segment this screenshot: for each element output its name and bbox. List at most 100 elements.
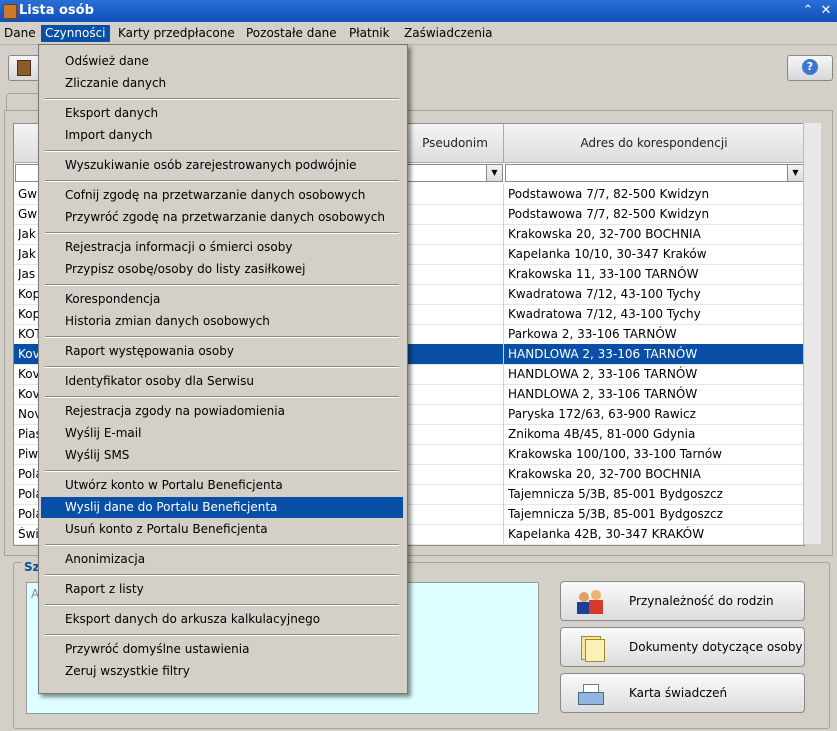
- column-divider: [503, 224, 504, 244]
- menu-item[interactable]: Przypisz osobę/osoby do listy zasiłkowej: [41, 259, 403, 280]
- menu-dane[interactable]: Dane: [0, 25, 40, 42]
- benefits-card-button[interactable]: Karta świadczeń: [560, 673, 805, 713]
- column-divider: [503, 284, 504, 304]
- menu-separator: [45, 604, 399, 606]
- column-divider: [503, 324, 504, 344]
- documents-label: Dokumenty dotyczące osoby: [629, 640, 803, 654]
- czynnosci-dropdown-menu: Odśwież dane Zliczanie danych Eksport dany…: [38, 44, 408, 694]
- cell-address: Znikoma 4B/45, 81-000 Gdynia: [508, 427, 696, 441]
- help-button[interactable]: ?: [787, 55, 833, 81]
- column-divider: [503, 504, 504, 524]
- menu-item[interactable]: Rejestracja informacji o śmierci osoby: [41, 237, 403, 258]
- menu-item[interactable]: Historia zmian danych osobowych: [41, 311, 403, 332]
- menu-item[interactable]: Eksport danych do arkusza kalkulacyjnego: [41, 609, 403, 630]
- printer-icon: [577, 680, 605, 706]
- cell-address: Krakowska 20, 32-700 BOCHNIA: [508, 227, 701, 241]
- menu-separator: [45, 634, 399, 636]
- menu-pozostale-dane[interactable]: Pozostałe dane: [242, 25, 341, 42]
- cell-address: Krakowska 20, 32-700 BOCHNIA: [508, 467, 701, 481]
- cell-address: Kwadratowa 7/12, 43-100 Tychy: [508, 287, 701, 301]
- column-divider: [503, 484, 504, 504]
- menu-item[interactable]: Import danych: [41, 125, 403, 146]
- close-icon[interactable]: ✕: [818, 2, 834, 19]
- cell-address: Podstawowa 7/7, 82-500 Kwidzyn: [508, 187, 710, 201]
- documents-button[interactable]: Dokumenty dotyczące osoby: [560, 627, 805, 667]
- menu-item[interactable]: Wyslij dane do Portalu Beneficjenta: [41, 497, 403, 518]
- cell-address: Tajemnicza 5/3B, 85-001 Bydgoszcz: [508, 487, 723, 501]
- menu-separator: [45, 232, 399, 234]
- cell-address: Tajemnicza 5/3B, 85-001 Bydgoszcz: [508, 507, 723, 521]
- column-divider: [503, 184, 504, 204]
- column-divider: [503, 464, 504, 484]
- cell-address: Krakowska 100/100, 33-100 Tarnów: [508, 447, 722, 461]
- menu-czynnosci[interactable]: Czynności: [41, 25, 110, 42]
- filter-adres[interactable]: ▼: [505, 164, 804, 182]
- window-title: Lista osób: [19, 3, 94, 18]
- menu-separator: [45, 180, 399, 182]
- menu-item[interactable]: Wyślij E-mail: [41, 423, 403, 444]
- column-divider: [503, 304, 504, 324]
- cell-address: Kapelanka 10/10, 30-347 Kraków: [508, 247, 707, 261]
- menu-item[interactable]: Zliczanie danych: [41, 73, 403, 94]
- menu-item[interactable]: Eksport danych: [41, 103, 403, 124]
- menu-separator: [45, 574, 399, 576]
- menu-item[interactable]: Raport z listy: [41, 579, 403, 600]
- cell-address: Kwadratowa 7/12, 43-100 Tychy: [508, 307, 701, 321]
- menu-item[interactable]: Wyszukiwanie osób zarejestrowanych podwó…: [41, 155, 403, 176]
- menu-item[interactable]: Odśwież dane: [41, 51, 403, 72]
- menu-item[interactable]: Przywróć domyślne ustawienia: [41, 639, 403, 660]
- column-divider: [503, 344, 504, 364]
- menu-item[interactable]: Cofnij zgodę na przetwarzanie danych oso…: [41, 185, 403, 206]
- benefits-card-label: Karta świadczeń: [629, 686, 728, 700]
- chevron-down-icon[interactable]: ▼: [486, 165, 502, 181]
- cell-address: Parkowa 2, 33-106 TARNÓW: [508, 327, 677, 341]
- help-icon: ?: [802, 59, 818, 75]
- menu-separator: [45, 98, 399, 100]
- exit-button[interactable]: [8, 55, 40, 81]
- menu-item[interactable]: Raport występowania osoby: [41, 341, 403, 362]
- column-divider: [503, 204, 504, 224]
- title-bar: Lista osób ⌃ ✕: [0, 0, 837, 22]
- column-divider: [503, 264, 504, 284]
- column-divider: [503, 384, 504, 404]
- column-divider: [503, 444, 504, 464]
- menu-separator: [45, 544, 399, 546]
- column-header-pseudonim[interactable]: Pseudonim: [407, 124, 504, 163]
- cell-address: Kapelanka 42B, 30-347 KRAKÓW: [508, 527, 705, 541]
- column-divider: [503, 524, 504, 544]
- menu-zaswiadczenia[interactable]: Zaświadczenia: [400, 25, 497, 42]
- menu-item[interactable]: Usuń konto z Portalu Beneficjenta: [41, 519, 403, 540]
- menu-item[interactable]: Identyfikator osoby dla Serwisu: [41, 371, 403, 392]
- column-header-adres[interactable]: Adres do korespondencji: [504, 124, 804, 163]
- menu-separator: [45, 470, 399, 472]
- family-membership-button[interactable]: Przynależność do rodzin: [560, 581, 805, 621]
- menu-separator: [45, 150, 399, 152]
- column-divider: [503, 404, 504, 424]
- menu-item[interactable]: Utwórz konto w Portalu Beneficjenta: [41, 475, 403, 496]
- column-divider: [503, 364, 504, 384]
- menu-platnik[interactable]: Płatnik: [345, 25, 394, 42]
- column-divider: [503, 424, 504, 444]
- cell-address: Paryska 172/63, 63-900 Rawicz: [508, 407, 696, 421]
- menu-item[interactable]: Przywróć zgodę na przetwarzanie danych o…: [41, 207, 403, 228]
- minimize-chevron-icon[interactable]: ⌃: [800, 2, 816, 19]
- cell-address: HANDLOWA 2, 33-106 TARNÓW: [508, 387, 698, 401]
- menu-item[interactable]: Wyślij SMS: [41, 445, 403, 466]
- menu-karty-przedplacone[interactable]: Karty przedpłacone: [114, 25, 239, 42]
- menu-item[interactable]: Anonimizacja: [41, 549, 403, 570]
- menu-separator: [45, 336, 399, 338]
- menu-item[interactable]: Rejestracja zgody na powiadomienia: [41, 401, 403, 422]
- door-icon: [17, 60, 31, 76]
- menu-bar: Dane Czynności Karty przedpłacone Pozost…: [0, 22, 837, 45]
- family-membership-label: Przynależność do rodzin: [629, 594, 774, 608]
- menu-separator: [45, 396, 399, 398]
- menu-item[interactable]: Zeruj wszystkie filtry: [41, 661, 403, 682]
- family-icon: [577, 588, 605, 614]
- menu-item[interactable]: Korespondencja: [41, 289, 403, 310]
- chevron-down-icon[interactable]: ▼: [787, 165, 803, 181]
- cell-address: Krakowska 11, 33-100 TARNÓW: [508, 267, 699, 281]
- documents-icon: [577, 634, 605, 662]
- cell-address: HANDLOWA 2, 33-106 TARNÓW: [508, 367, 698, 381]
- column-divider: [503, 244, 504, 264]
- vertical-scrollbar[interactable]: [803, 123, 821, 544]
